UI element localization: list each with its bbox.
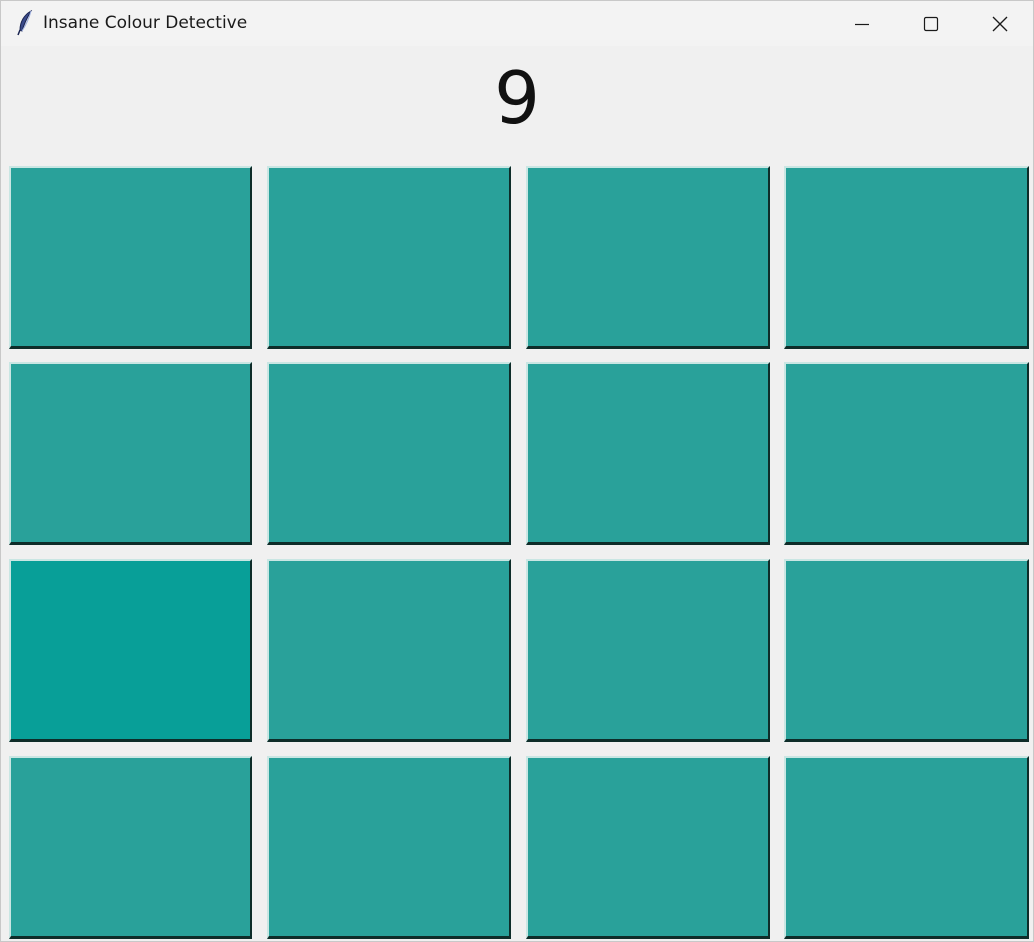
color-tile-r3-c2[interactable] <box>267 559 511 742</box>
app-window: Insane Colour Detective 9 <box>0 0 1034 942</box>
color-tile-r2-c3[interactable] <box>526 362 770 545</box>
close-icon <box>992 16 1008 31</box>
color-tile-r2-c1[interactable] <box>9 362 252 545</box>
color-tile-r3-c3[interactable] <box>526 559 770 742</box>
color-tile-r4-c1[interactable] <box>9 756 252 939</box>
close-button[interactable] <box>967 1 1033 46</box>
color-tile-r3-c4[interactable] <box>784 559 1029 742</box>
maximize-button[interactable] <box>898 1 964 46</box>
minimize-icon <box>855 23 869 25</box>
color-tile-r1-c2[interactable] <box>267 166 511 349</box>
maximize-icon <box>923 16 939 31</box>
minimize-button[interactable] <box>829 1 895 46</box>
color-tile-r2-c2[interactable] <box>267 362 511 545</box>
color-tile-r1-c3[interactable] <box>526 166 770 349</box>
score-label: 9 <box>494 56 540 140</box>
feather-icon <box>15 9 37 36</box>
color-tile-r2-c4[interactable] <box>784 362 1029 545</box>
color-tile-r4-c4[interactable] <box>784 756 1029 939</box>
color-tile-r1-c1[interactable] <box>9 166 252 349</box>
color-tile-r4-c2[interactable] <box>267 756 511 939</box>
color-tile-r1-c4[interactable] <box>784 166 1029 349</box>
color-tile-r3-c1[interactable] <box>9 559 252 742</box>
window-title: Insane Colour Detective <box>43 13 248 33</box>
title-bar[interactable]: Insane Colour Detective <box>1 1 1033 46</box>
color-tile-r4-c3[interactable] <box>526 756 770 939</box>
